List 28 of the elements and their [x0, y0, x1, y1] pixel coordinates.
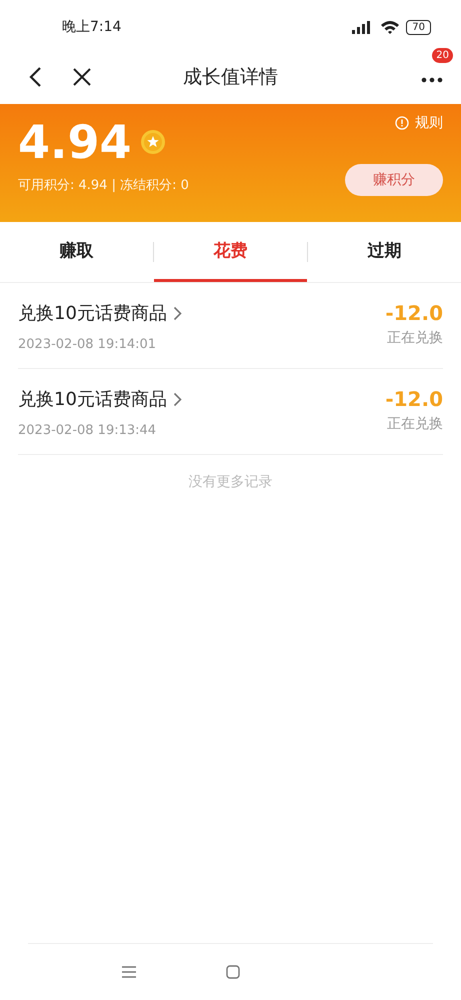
- close-icon[interactable]: [72, 67, 92, 87]
- record-time: 2023-02-08 19:13:44: [18, 423, 158, 438]
- tab[interactable]: 赚取: [0, 222, 153, 282]
- points-summary: 可用积分: 4.94 | 冻结积分: 0: [18, 177, 189, 194]
- tab[interactable]: 花费: [154, 222, 307, 282]
- star-coin-icon: [140, 129, 166, 155]
- record-amount: -12.0: [385, 301, 443, 325]
- record-status: 正在兑换: [387, 415, 443, 433]
- status-time: 晚上7:14: [62, 18, 122, 36]
- page-title: 成长值详情: [183, 65, 278, 90]
- back-icon[interactable]: [28, 66, 42, 88]
- record-status: 正在兑换: [387, 329, 443, 347]
- record-amount: -12.0: [385, 387, 443, 411]
- chevron-icon[interactable]: [172, 392, 182, 406]
- wifi-icon: [380, 20, 400, 34]
- notification-badge: 20: [432, 48, 453, 62]
- more-icon[interactable]: [421, 76, 443, 82]
- points-value: 4.94: [18, 114, 132, 170]
- record-title[interactable]: 兑换10元话费商品: [18, 387, 167, 411]
- tab[interactable]: 过期: [308, 222, 461, 282]
- battery-icon: 70: [406, 20, 431, 34]
- no-more-records-text: 没有更多记录: [188, 474, 272, 490]
- record-title[interactable]: 兑换10元话费商品: [18, 301, 167, 325]
- menu-icon[interactable]: [122, 966, 136, 978]
- info-icon[interactable]: [395, 116, 409, 130]
- record-time: 2023-02-08 19:14:01: [18, 337, 158, 352]
- chevron-icon[interactable]: [172, 306, 182, 320]
- home-icon[interactable]: [226, 965, 240, 979]
